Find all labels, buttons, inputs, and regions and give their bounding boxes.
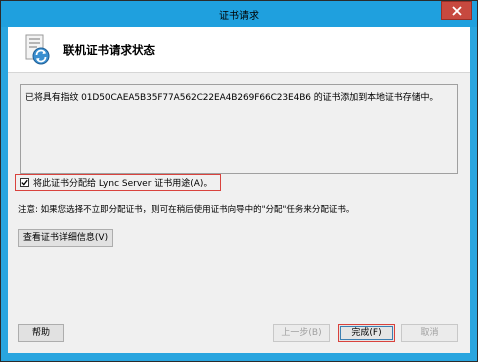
assign-certificate-label: 将此证书分配给 Lync Server 证书用途(A)。	[33, 179, 213, 189]
status-message-box: 已将具有指纹 01D50CAEA5B35F77A562C22EA4B269F66…	[20, 84, 458, 174]
close-button[interactable]	[441, 1, 472, 20]
wizard-header: 联机证书请求状态	[8, 27, 470, 73]
certificate-refresh-icon	[25, 34, 50, 65]
back-button[interactable]: 上一步(B)	[273, 324, 330, 342]
finish-button-label: 完成(F)	[340, 326, 393, 340]
finish-button[interactable]: 完成(F)	[338, 324, 395, 342]
view-certificate-details-button[interactable]: 查看证书详细信息(V)	[18, 229, 113, 247]
checkmark-icon	[21, 179, 28, 186]
status-message: 已将具有指纹 01D50CAEA5B35F77A562C22EA4B269F66…	[25, 93, 439, 103]
window-title: 证书请求	[219, 11, 259, 22]
close-icon	[451, 5, 462, 16]
cancel-button[interactable]: 取消	[401, 324, 458, 342]
help-button[interactable]: 帮助	[18, 324, 64, 342]
assign-certificate-checkbox[interactable]	[20, 178, 29, 187]
assign-note: 注意: 如果您选择不立即分配证书，则可在稍后使用证书向导中的"分配"任务来分配证…	[18, 205, 355, 215]
dialog-window: 证书请求 联机证书请求状态 已将具有指纹 01D50CAEA5B35F77A56…	[0, 0, 478, 362]
title-bar[interactable]: 证书请求	[1, 1, 477, 27]
page-title: 联机证书请求状态	[63, 43, 155, 57]
dialog-content: 联机证书请求状态 已将具有指纹 01D50CAEA5B35F77A562C22E…	[8, 27, 470, 353]
assign-certificate-option[interactable]: 将此证书分配给 Lync Server 证书用途(A)。	[15, 174, 221, 191]
